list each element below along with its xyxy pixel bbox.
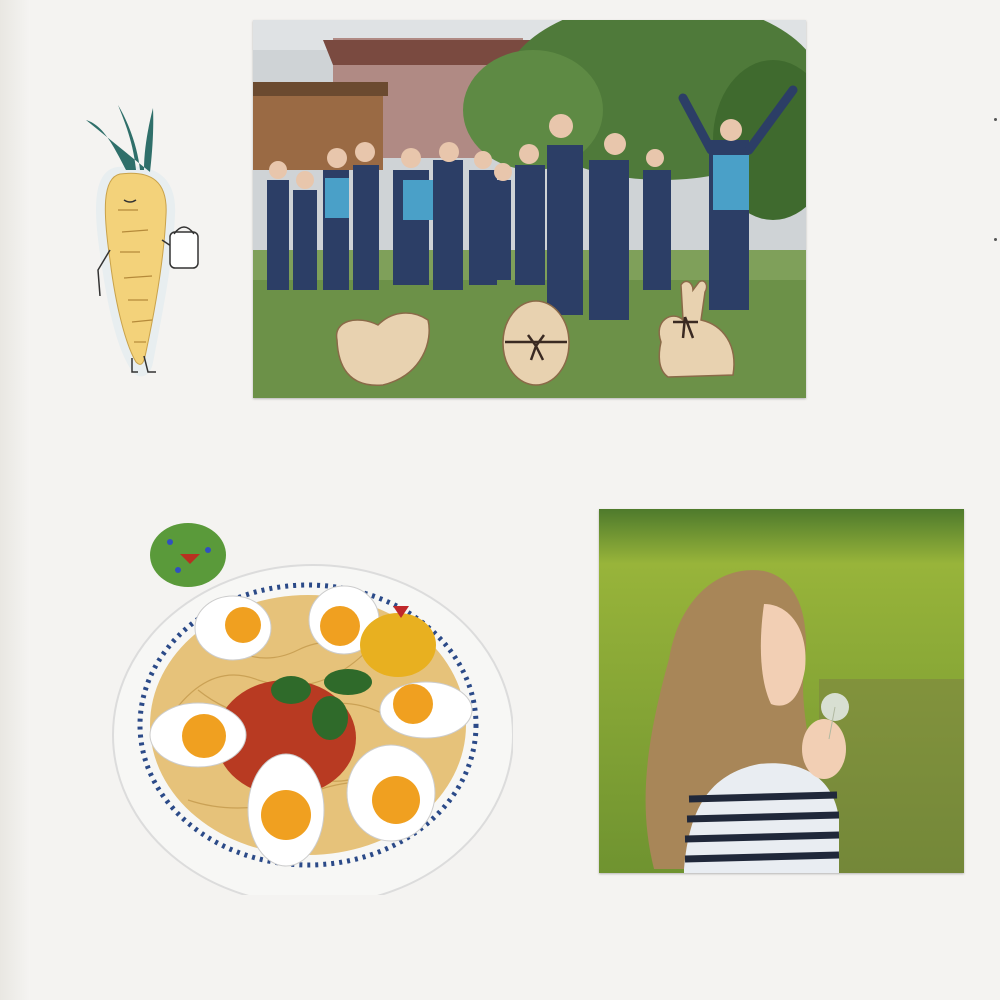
carrot-sticker: [78, 100, 208, 378]
spaghetti-plate-cutout: [108, 520, 513, 895]
child-dandelion-photo: [599, 509, 964, 873]
margin-marks: [994, 118, 998, 248]
group-photo: [253, 20, 806, 398]
page-gutter: [0, 0, 30, 1000]
carrot-character-icon: [86, 105, 199, 377]
